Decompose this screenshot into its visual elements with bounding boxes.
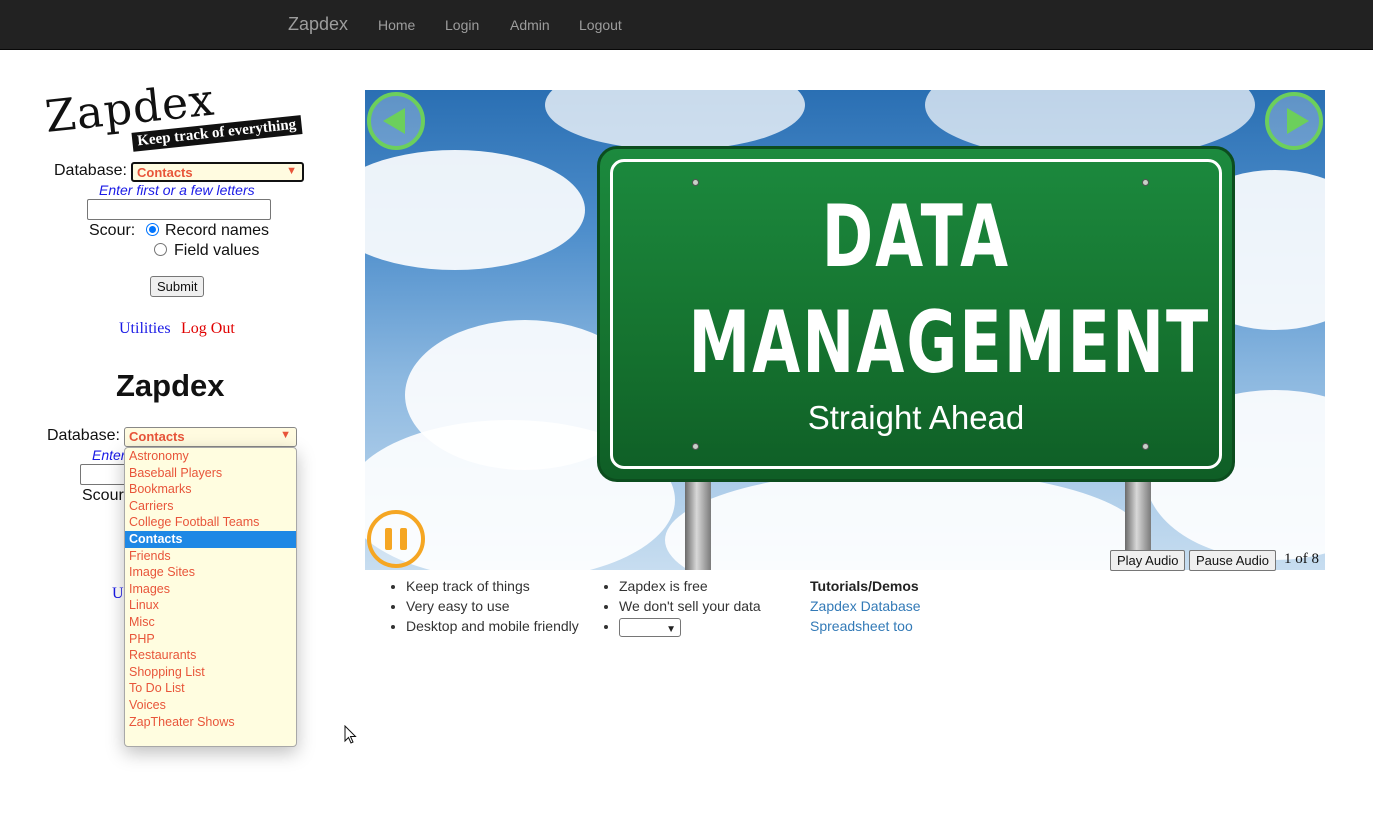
submit-button[interactable]: Submit <box>150 276 205 297</box>
dropdown-option[interactable]: Friends <box>125 548 296 565</box>
next-slide-icon[interactable] <box>1265 92 1323 150</box>
database-select[interactable]: Contacts ▼ <box>131 162 304 182</box>
database-select-2-value: Contacts <box>129 429 185 444</box>
scour-label: Scour: <box>89 222 136 239</box>
dropdown-option[interactable]: Shopping List <box>125 664 296 681</box>
list-item: Desktop and mobile friendly <box>406 616 579 636</box>
sign-bolt <box>1142 443 1149 450</box>
play-audio-button[interactable]: Play Audio <box>1110 550 1186 571</box>
database-label-2: Database: <box>47 427 120 444</box>
chevron-down-icon: ▼ <box>280 429 291 441</box>
list-item: We don't sell your data <box>619 596 761 616</box>
slideshow: DATA MANAGEMENT Straight Ahead <box>365 90 1325 570</box>
dropdown-option[interactable]: To Do List <box>125 680 296 697</box>
dropdown-option[interactable]: Bookmarks <box>125 481 296 498</box>
dropdown-option[interactable]: ZapTheater Shows <box>125 714 296 731</box>
feature-list-1: Keep track of things Very easy to use De… <box>406 576 579 636</box>
pause-slideshow-icon[interactable] <box>367 510 425 568</box>
nav-login[interactable]: Login <box>445 17 479 33</box>
dropdown-option[interactable]: Image Sites <box>125 564 296 581</box>
top-navbar: Zapdex Home Login Admin Logout <box>0 0 1373 50</box>
dropdown-option[interactable]: Baseball Players <box>125 465 296 482</box>
chevron-down-icon: ▼ <box>286 165 297 177</box>
sign-bolt <box>1142 179 1149 186</box>
radio-record-names[interactable] <box>146 223 159 236</box>
search-hint: Enter first or a few letters <box>99 182 255 198</box>
database-select-2[interactable]: Contacts ▼ <box>124 427 297 447</box>
radio-field-values-label: Field values <box>174 242 260 259</box>
feature-list-2: Zapdex is free We don't sell your data ▼ <box>619 576 761 637</box>
utilities-link-2[interactable]: U <box>112 585 124 603</box>
database-label: Database: <box>54 162 127 179</box>
sign-title-line1: DATA <box>821 187 1011 287</box>
dropdown-option[interactable]: Linux <box>125 597 296 614</box>
nav-home[interactable]: Home <box>378 17 415 33</box>
sign-title-line2: MANAGEMENT <box>688 293 1211 393</box>
dropdown-option[interactable]: Misc <box>125 614 296 631</box>
feature-select[interactable]: ▼ <box>619 617 681 637</box>
radio-record-names-label: Record names <box>165 222 270 239</box>
nav-logout[interactable]: Logout <box>579 17 622 33</box>
page-title: Zapdex <box>116 368 225 403</box>
prev-slide-icon[interactable] <box>367 92 425 150</box>
logout-link[interactable]: Log Out <box>181 320 235 338</box>
tutorial-link-spreadsheet[interactable]: Spreadsheet too <box>810 618 913 634</box>
database-dropdown-list[interactable]: Astronomy Baseball Players Bookmarks Car… <box>124 447 297 747</box>
search-hint-2: Enter <box>92 447 126 463</box>
list-item: Zapdex is free <box>619 576 761 596</box>
cloud <box>665 470 1145 570</box>
dropdown-option[interactable]: Restaurants <box>125 647 296 664</box>
dropdown-option[interactable]: College Football Teams <box>125 514 296 531</box>
utilities-link[interactable]: Utilities <box>119 320 171 338</box>
database-select-value: Contacts <box>137 165 193 180</box>
dropdown-option[interactable]: Images <box>125 581 296 598</box>
sign-subtitle: Straight Ahead <box>807 399 1025 436</box>
dropdown-option[interactable]: Astronomy <box>125 448 296 465</box>
chevron-down-icon: ▼ <box>666 623 676 635</box>
dropdown-option-selected[interactable]: Contacts <box>125 530 296 548</box>
navbar-brand[interactable]: Zapdex <box>288 14 348 35</box>
slide-counter: 1 of 8 <box>1284 551 1319 567</box>
tutorial-link-database[interactable]: Zapdex Database <box>810 598 921 614</box>
dropdown-option[interactable]: Carriers <box>125 498 296 515</box>
search-input[interactable] <box>87 199 271 220</box>
dropdown-option[interactable]: PHP <box>125 631 296 648</box>
mouse-cursor-icon <box>344 725 357 744</box>
cloud <box>545 90 805 150</box>
sign-bolt <box>692 179 699 186</box>
zapdex-logo: Zapdex Keep track of everything <box>43 75 310 162</box>
list-item: ▼ <box>619 616 761 637</box>
list-item: Keep track of things <box>406 576 579 596</box>
sign-bolt <box>692 443 699 450</box>
radio-field-values[interactable] <box>154 243 167 256</box>
sign-post-left <box>685 480 711 570</box>
cloud <box>365 150 585 270</box>
tutorials-heading: Tutorials/Demos <box>810 578 919 594</box>
list-item: Very easy to use <box>406 596 579 616</box>
scour-label-2: Scour <box>82 487 124 504</box>
pause-audio-button[interactable]: Pause Audio <box>1189 550 1277 571</box>
dropdown-option[interactable]: Voices <box>125 697 296 714</box>
road-sign: DATA MANAGEMENT Straight Ahead <box>597 146 1235 482</box>
nav-admin[interactable]: Admin <box>510 17 550 33</box>
